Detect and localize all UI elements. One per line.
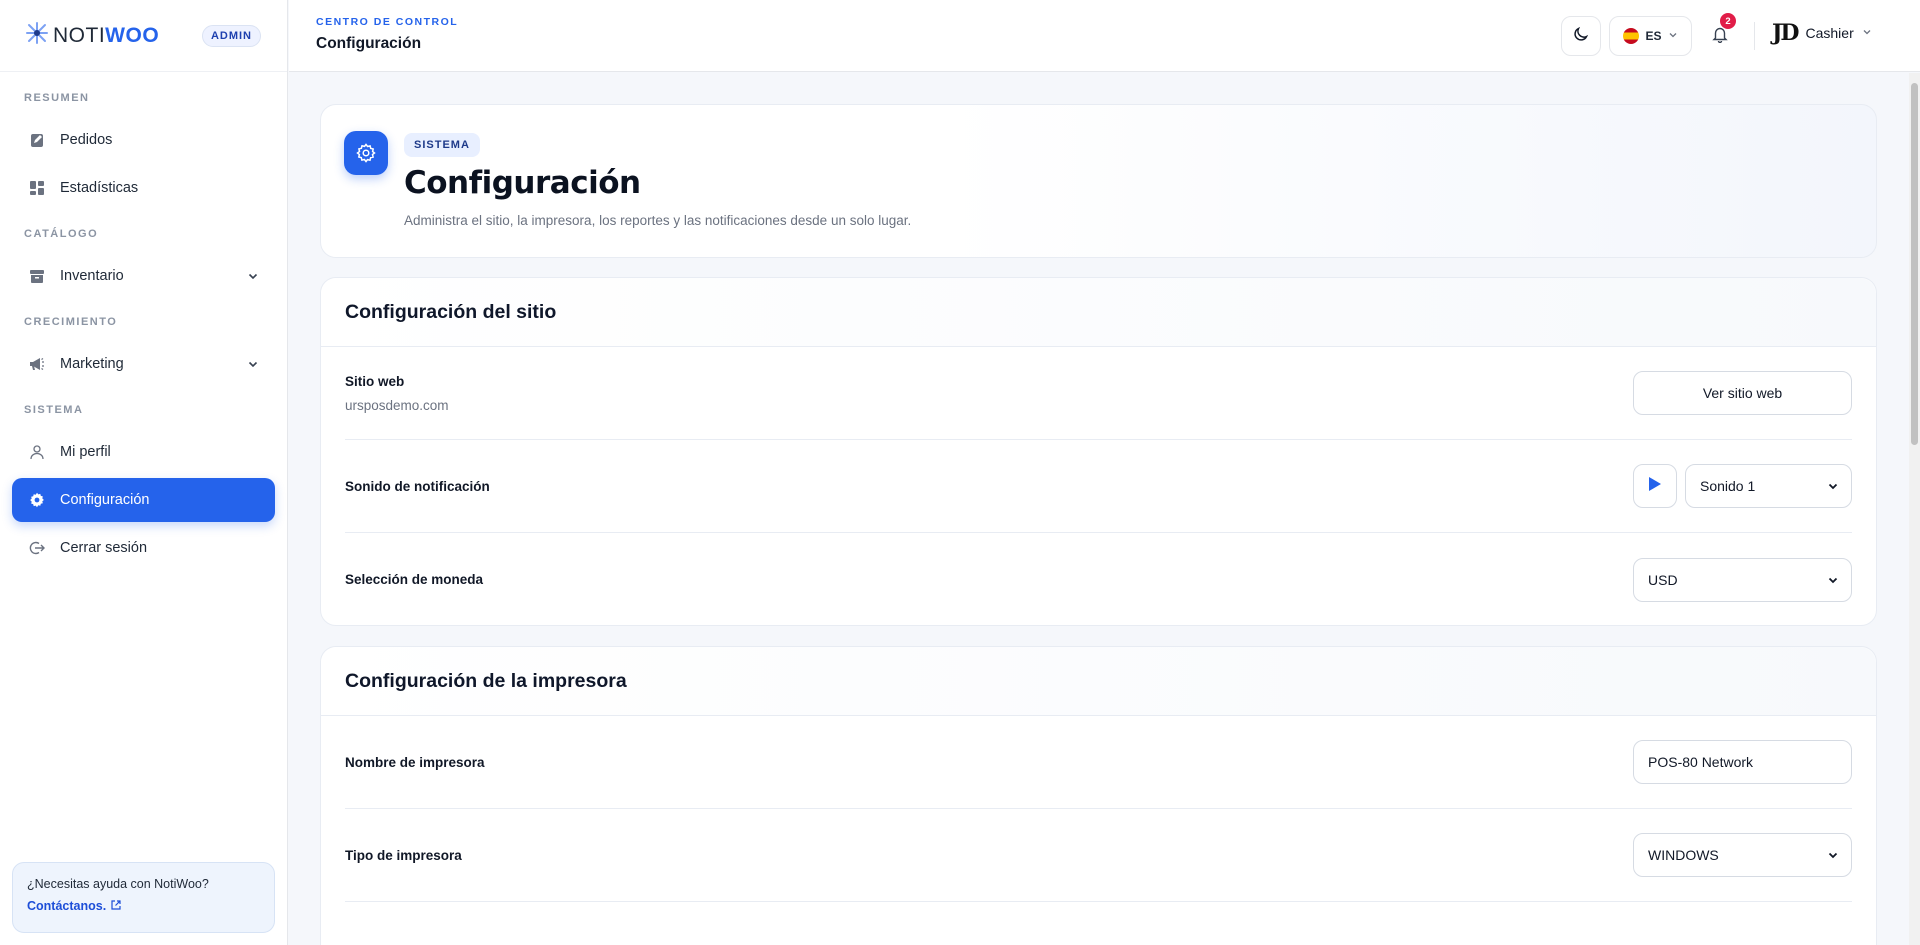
setting-label: Sitio web <box>345 373 405 389</box>
clipboard-edit-icon <box>28 131 46 149</box>
main-content: SISTEMA Configuración Administra el siti… <box>289 73 1909 945</box>
sound-select[interactable]: Sonido 1 <box>1685 464 1852 508</box>
sidebar-item-label: Cerrar sesión <box>60 540 148 556</box>
chevron-down-icon <box>247 270 259 282</box>
setting-label: Tipo de impresora <box>345 847 462 863</box>
scrollbar-thumb[interactable] <box>1911 83 1918 445</box>
sidebar-item-configuracion[interactable]: Configuración <box>12 478 275 522</box>
card-header: Configuración de la impresora <box>321 647 1876 716</box>
divider <box>1754 22 1755 50</box>
dashboard-grid-icon <box>28 179 46 197</box>
theme-toggle-button[interactable] <box>1561 16 1601 56</box>
chevron-down-icon <box>1668 29 1678 43</box>
section-tag: SISTEMA <box>404 133 480 157</box>
setting-label: Selección de moneda <box>345 572 484 587</box>
setting-row-printer-type: Tipo de impresora WINDOWS <box>345 809 1852 902</box>
help-card: ¿Necesitas ayuda con NotiWoo? Contáctano… <box>12 862 275 933</box>
setting-row-sound: Sonido de notificación Sonido 1 <box>345 440 1852 533</box>
printer-type-value: WINDOWS <box>1648 847 1719 863</box>
help-question: ¿Necesitas ayuda con NotiWoo? <box>27 877 209 891</box>
setting-row-currency: Selección de moneda USD <box>345 533 1852 626</box>
breadcrumb: CENTRO DE CONTROL <box>316 16 459 28</box>
setting-label: Nombre de impresora <box>345 754 485 770</box>
chevron-down-icon <box>247 358 259 370</box>
sidebar-item-marketing[interactable]: Marketing <box>12 342 275 386</box>
sidebar-item-label: Estadísticas <box>60 180 139 196</box>
admin-badge: ADMIN <box>201 24 261 47</box>
play-sound-button[interactable] <box>1633 464 1677 508</box>
sidebar-item-inventario[interactable]: Inventario <box>12 254 275 298</box>
sidebar-item-perfil[interactable]: Mi perfil <box>12 430 275 474</box>
chevron-down-icon <box>1862 24 1872 42</box>
moon-icon <box>1573 26 1589 47</box>
brand-name-woo: WOO <box>105 23 160 47</box>
setting-row-printer-name: Nombre de impresora POS-80 Network <box>345 716 1852 809</box>
contact-link[interactable]: Contáctanos. <box>27 899 260 913</box>
hero-description: Administra el sitio, la impresora, los r… <box>404 213 912 228</box>
currency-select-value: USD <box>1648 571 1678 588</box>
sidebar: NOTI WOO ADMIN RESUMEN Pedidos Estadístic… <box>0 0 288 945</box>
page-title: Configuración <box>316 35 422 52</box>
sound-select-value: Sonido 1 <box>1700 478 1756 494</box>
sidebar-item-pedidos[interactable]: Pedidos <box>12 118 275 162</box>
chevron-down-icon <box>1827 480 1839 492</box>
printer-name-input[interactable]: POS-80 Network <box>1633 740 1852 784</box>
logout-icon <box>28 539 46 557</box>
printer-settings-card: Configuración de la impresora Nombre de … <box>320 646 1877 945</box>
nav-section-title: RESUMEN <box>24 92 90 104</box>
user-menu[interactable]: JD Cashier <box>1772 20 1872 46</box>
website-url: ursposdemo.com <box>345 397 449 413</box>
page-scrollbar[interactable] <box>1909 73 1920 945</box>
spain-flag-icon <box>1623 28 1640 44</box>
hero-title: Configuración <box>404 165 641 201</box>
card-header: Configuración del sitio <box>321 278 1876 347</box>
sidebar-item-label: Configuración <box>60 492 150 508</box>
site-settings-card: Configuración del sitio Sitio web urspos… <box>320 277 1877 626</box>
sidebar-item-label: Inventario <box>60 268 124 284</box>
user-icon <box>28 443 46 461</box>
play-icon <box>1648 476 1662 497</box>
language-selector[interactable]: ES <box>1609 16 1692 56</box>
gear-icon <box>28 491 46 509</box>
printer-type-select[interactable]: WINDOWS <box>1633 833 1852 877</box>
brand-logo[interactable]: NOTI WOO <box>25 21 159 51</box>
chevron-down-icon <box>1827 849 1839 861</box>
megaphone-icon <box>28 355 46 373</box>
brand-header: NOTI WOO ADMIN <box>0 0 287 72</box>
language-label: ES <box>1645 29 1662 43</box>
card-title: Configuración del sitio <box>345 300 557 323</box>
archive-box-icon <box>28 267 46 285</box>
contact-link-label: Contáctanos. <box>27 899 107 913</box>
external-link-icon <box>111 899 121 913</box>
setting-row-website: Sitio web ursposdemo.com Ver sitio web <box>345 347 1852 440</box>
currency-select[interactable]: USD <box>1633 557 1852 602</box>
brand-name-noti: NOTI <box>53 23 106 47</box>
sidebar-item-label: Pedidos <box>60 132 113 148</box>
sidebar-item-label: Mi perfil <box>60 444 111 460</box>
card-title: Configuración de la impresora <box>345 669 627 692</box>
sidebar-nav: RESUMEN Pedidos Estadísticas CATÁLOGO In… <box>0 72 287 570</box>
sidebar-item-estadisticas[interactable]: Estadísticas <box>12 166 275 210</box>
view-website-button[interactable]: Ver sitio web <box>1633 371 1852 415</box>
avatar: JD <box>1772 20 1799 46</box>
settings-icon <box>344 131 388 175</box>
nav-section-title: SISTEMA <box>24 404 84 416</box>
notifications-button[interactable]: 2 <box>1700 13 1740 56</box>
notification-count-badge: 2 <box>1720 13 1736 29</box>
page-hero: SISTEMA Configuración Administra el siti… <box>320 104 1877 258</box>
nav-section-title: CRECIMIENTO <box>24 316 118 328</box>
user-name: Cashier <box>1805 25 1854 41</box>
logo-icon <box>25 21 49 51</box>
nav-section-title: CATÁLOGO <box>24 228 99 240</box>
chevron-down-icon <box>1827 574 1839 586</box>
setting-label: Sonido de notificación <box>345 478 490 494</box>
sidebar-item-logout[interactable]: Cerrar sesión <box>12 526 275 570</box>
topbar: CENTRO DE CONTROL Configuración ES 2 JD … <box>289 0 1920 72</box>
sidebar-item-label: Marketing <box>60 356 124 372</box>
